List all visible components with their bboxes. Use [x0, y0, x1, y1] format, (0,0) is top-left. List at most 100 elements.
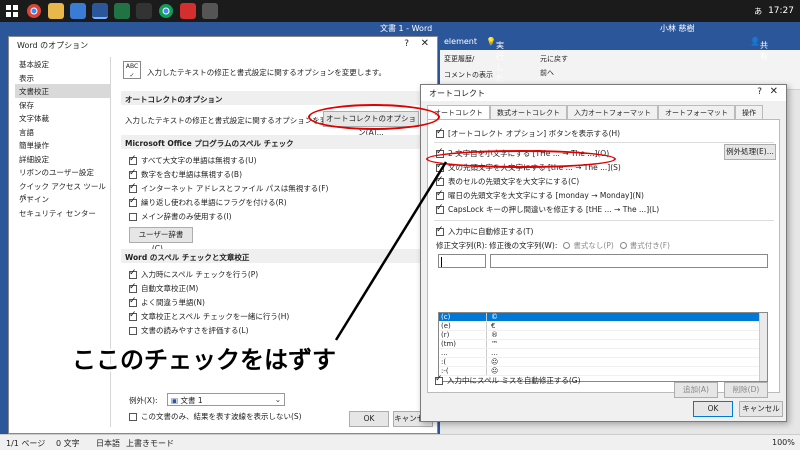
exception-select[interactable]: ▣ 文書 1 ⌄ — [167, 393, 285, 406]
windows-start-icon[interactable] — [4, 3, 20, 19]
table-row[interactable]: (tm) ™ — [439, 340, 767, 349]
word-option-confused[interactable]: よく間違う単語(N) — [129, 296, 205, 308]
checkbox[interactable] — [129, 296, 137, 307]
spell-suggest-option[interactable]: 入力中にスペル ミスを自動修正する(G) — [435, 374, 581, 386]
checkbox[interactable] — [129, 196, 137, 207]
zoom-level[interactable]: 100% — [772, 438, 795, 447]
checkbox[interactable] — [129, 168, 137, 179]
excel-icon[interactable] — [114, 3, 130, 19]
pdf-icon[interactable] — [180, 3, 196, 19]
sidebar-item-addins[interactable]: アドイン — [15, 192, 110, 206]
ribbon-item[interactable]: 変更履歴/ — [444, 54, 474, 64]
word-count[interactable]: 0 文字 — [56, 438, 80, 449]
tell-me-box[interactable]: 💡 実行したい作業を入力してください — [486, 37, 504, 215]
tab-autoformat[interactable]: オートフォーマット — [658, 105, 735, 119]
photo-icon[interactable] — [70, 3, 86, 19]
formatted-text-radio[interactable] — [619, 242, 627, 249]
spell-option-main-dict[interactable]: メイン辞書のみ使用する(I) — [129, 211, 232, 222]
checkbox[interactable] — [436, 127, 444, 138]
tab-autoformat-typing[interactable]: 入力オートフォーマット — [567, 105, 658, 119]
capitalize-table-cell-option[interactable]: 表のセルの先頭文字を大文字にする(C) — [436, 175, 579, 187]
chrome-icon[interactable] — [26, 3, 42, 19]
checkbox[interactable] — [436, 203, 444, 214]
chrome-icon-2[interactable] — [158, 3, 174, 19]
capslock-correct-option[interactable]: CapsLock キーの押し間違いを修正する [tHE ... → The ..… — [436, 203, 659, 215]
sidebar-item-language[interactable]: 言語 — [15, 125, 110, 139]
checkbox[interactable] — [436, 175, 444, 186]
help-icon[interactable]: ? — [404, 39, 409, 49]
help-icon[interactable]: ? — [757, 87, 762, 97]
table-scrollbar[interactable] — [759, 313, 767, 381]
user-name[interactable]: 小林 慈樹 — [660, 23, 695, 34]
checkbox[interactable] — [129, 412, 137, 421]
share-button[interactable]: 👤 共有 — [750, 37, 768, 61]
spell-option-internet[interactable]: インターネット アドレスとファイル パスは無視する(F) — [129, 182, 328, 194]
replace-input[interactable] — [438, 254, 486, 268]
user-dictionary-button[interactable]: ユーザー辞書(C)... — [129, 227, 193, 253]
word-option-check-typing[interactable]: 入力時にスペル チェックを行う(P) — [129, 268, 258, 280]
autocorrect-cancel-button[interactable]: キャンセル — [739, 401, 783, 417]
checkbox[interactable] — [129, 212, 137, 221]
plain-text-radio[interactable] — [563, 242, 571, 249]
word-option-readability[interactable]: 文書の読みやすさを評価する(L) — [129, 325, 249, 336]
page-count[interactable]: 1/1 ページ — [6, 438, 45, 449]
checkbox[interactable] — [129, 182, 137, 193]
language[interactable]: 日本語 — [96, 438, 120, 449]
sidebar-item-quick-access[interactable]: クイック アクセス ツール バー — [15, 179, 110, 202]
sidebar-item-trust-center[interactable]: セキュリティ センター — [15, 206, 110, 220]
spell-option-repeated[interactable]: 繰り返し使われる単語にフラグを付ける(R) — [129, 196, 287, 208]
ribbon-item[interactable]: 元に戻す — [540, 54, 568, 64]
delete-button[interactable]: 削除(D) — [724, 382, 768, 398]
clock[interactable]: 17:27 — [768, 6, 794, 16]
close-icon[interactable]: ✕ — [421, 38, 429, 49]
sidebar-item-general[interactable]: 基本設定 — [15, 57, 110, 71]
table-row[interactable]: ...… — [439, 349, 767, 358]
folder-icon[interactable] — [48, 3, 64, 19]
sidebar-item-proofing[interactable]: 文書校正 — [15, 84, 110, 98]
table-row[interactable]: (e) € — [439, 322, 767, 331]
terminal-icon[interactable] — [136, 3, 152, 19]
checkbox[interactable] — [436, 225, 444, 236]
exception-hide-option[interactable]: この文書のみ、結果を表す波線を表示しない(S) — [129, 411, 302, 422]
sidebar-item-customize-ribbon[interactable]: リボンのユーザー設定 — [15, 165, 110, 179]
ime-indicator[interactable]: あ — [754, 6, 762, 17]
capitalize-days-option[interactable]: 曜日の先頭文字を大文字にする [monday → Monday](N) — [436, 189, 644, 201]
table-row[interactable]: (c) © — [439, 313, 767, 322]
table-row[interactable]: :(☹ — [439, 358, 767, 367]
with-input[interactable] — [490, 254, 768, 268]
close-icon[interactable]: ✕ — [770, 86, 778, 97]
replacement-table[interactable]: (c) © (e) € (r) ® (tm) ™ ...… :(☹ :-(☹ — [438, 312, 768, 382]
ribbon-tab[interactable]: element — [444, 37, 477, 46]
autocorrect-ok-button[interactable]: OK — [693, 401, 733, 417]
tab-actions[interactable]: 操作 — [735, 105, 763, 119]
checkbox[interactable] — [129, 310, 137, 321]
word-icon[interactable] — [92, 3, 108, 19]
checkbox[interactable] — [436, 161, 444, 172]
spell-option-numbers[interactable]: 数字を含む単語は無視する(B) — [129, 168, 242, 180]
overwrite-mode[interactable]: 上書きモード — [126, 438, 174, 449]
options-ok-button[interactable]: OK — [349, 411, 389, 427]
exceptions-button[interactable]: 例外処理(E)... — [724, 144, 776, 160]
ribbon-item[interactable]: 前へ — [540, 68, 554, 78]
tab-math-autocorrect[interactable]: 数式オートコレクト — [490, 105, 567, 119]
replace-while-typing-option[interactable]: 入力中に自動修正する(T) — [436, 225, 533, 237]
checkbox[interactable] — [435, 374, 443, 385]
checkbox[interactable] — [436, 189, 444, 200]
add-button[interactable]: 追加(A) — [674, 382, 718, 398]
word-option-grammar-spelling[interactable]: 文章校正とスペル チェックを一緒に行う(H) — [129, 310, 289, 322]
sidebar-item-advanced[interactable]: 詳細設定 — [15, 152, 110, 166]
checkbox[interactable] — [129, 268, 137, 279]
table-row[interactable]: (r) ® — [439, 331, 767, 340]
sidebar-item-accessibility[interactable]: 簡単操作 — [15, 138, 110, 152]
show-buttons-option[interactable]: [オートコレクト オプション] ボタンを表示する(H) — [436, 127, 620, 139]
ribbon-item[interactable]: コメントの表示 — [444, 70, 493, 80]
word-option-grammar[interactable]: 自動文章校正(M) — [129, 282, 198, 294]
checkbox[interactable] — [129, 326, 137, 335]
sidebar-item-display[interactable]: 表示 — [15, 71, 110, 85]
sidebar-item-save[interactable]: 保存 — [15, 98, 110, 112]
sidebar-item-typography[interactable]: 文字体裁 — [15, 111, 110, 125]
checkbox[interactable] — [129, 154, 137, 165]
spell-option-uppercase[interactable]: すべて大文字の単語は無視する(U) — [129, 154, 257, 166]
tool-icon[interactable] — [202, 3, 218, 19]
checkbox[interactable] — [129, 282, 137, 293]
